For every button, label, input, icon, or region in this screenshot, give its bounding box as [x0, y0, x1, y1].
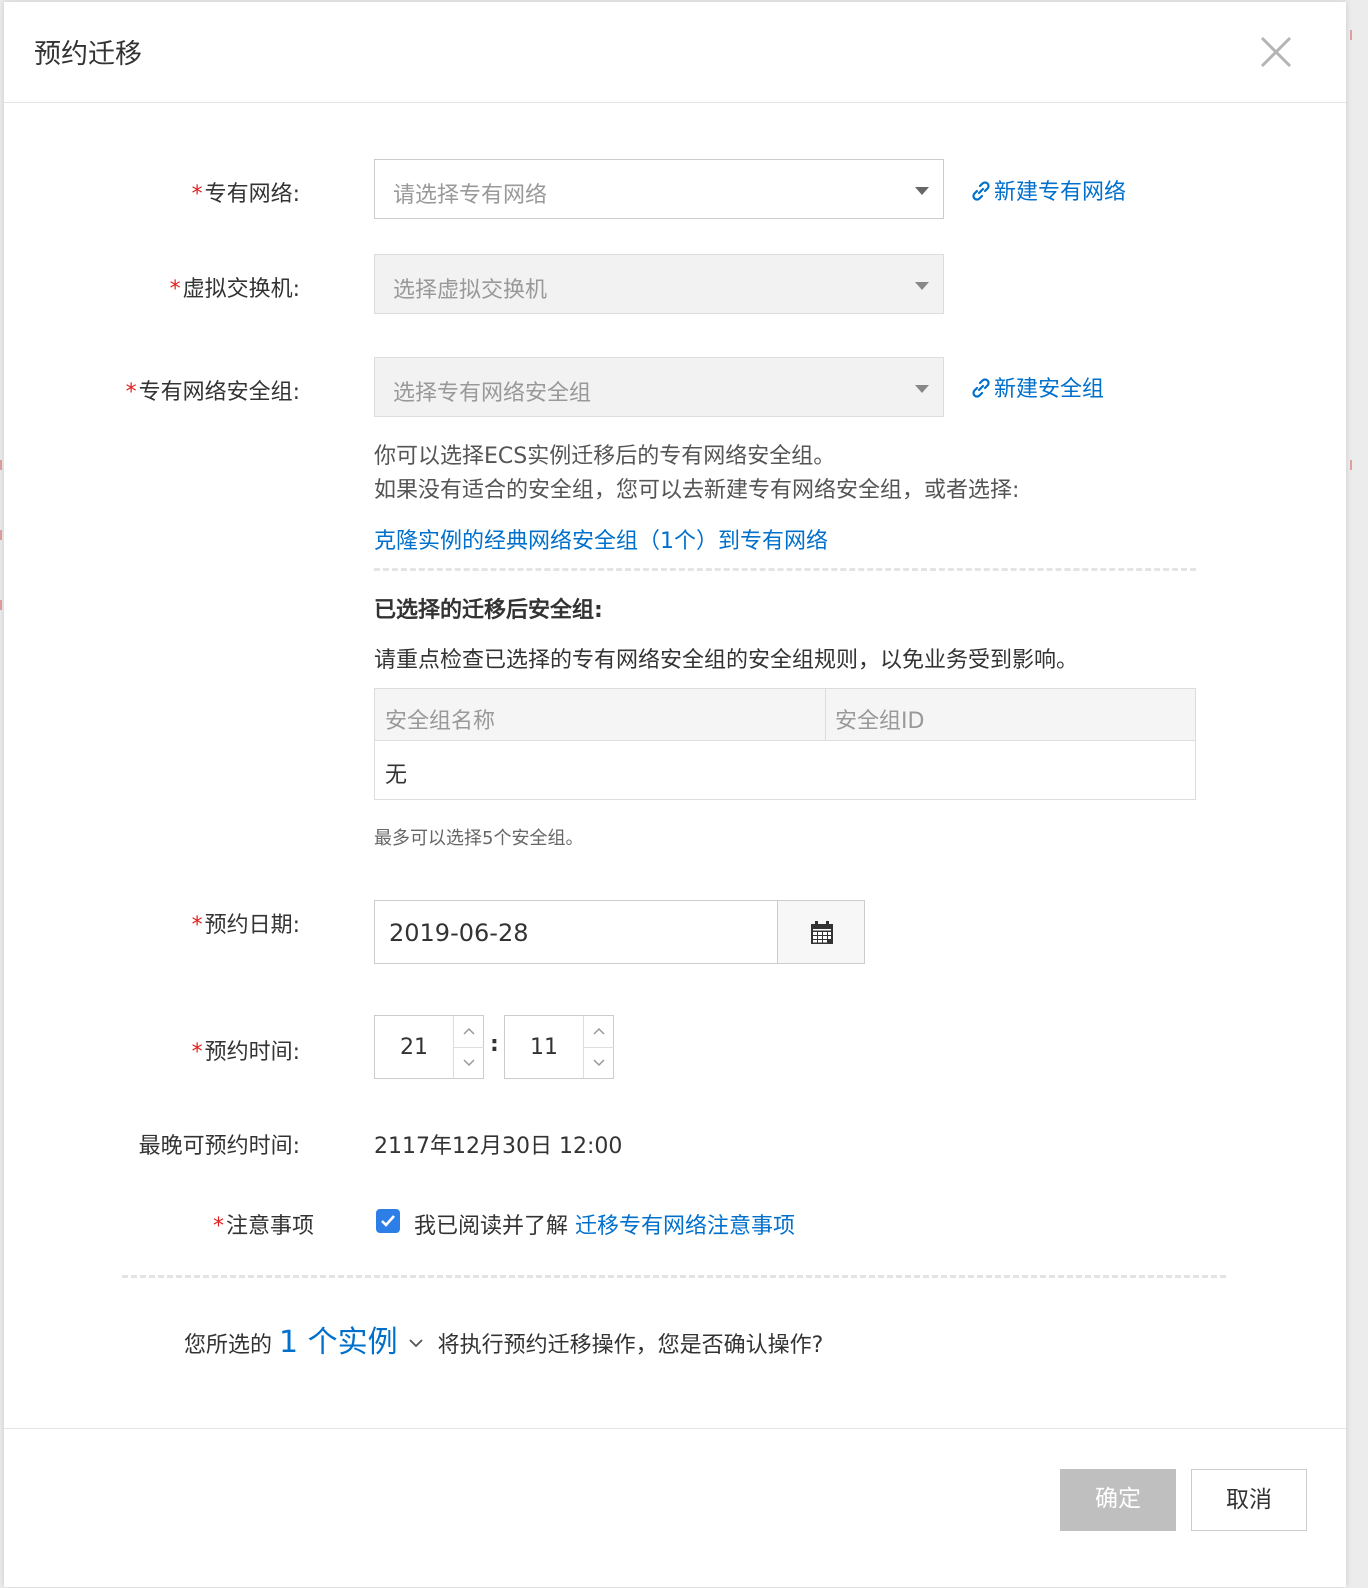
link-icon: [972, 181, 990, 201]
create-vpc-link[interactable]: 新建专有网络: [970, 174, 1126, 206]
selected-security-groups-table: 安全组名称 安全组ID 无: [374, 688, 1196, 800]
agree-text: 我已阅读并了解 迁移专有网络注意事项: [414, 1214, 796, 1239]
security-group-select-placeholder: 选择专有网络安全组: [393, 381, 592, 406]
security-group-help-line1: 你可以选择ECS实例迁移后的专有网络安全组。: [374, 444, 836, 469]
vswitch-select[interactable]: 选择虚拟交换机: [374, 254, 944, 314]
agree-checkbox[interactable]: [376, 1209, 400, 1233]
backdrop-edge-mark: [0, 460, 2, 470]
selected-security-groups-title: 已选择的迁移后安全组:: [374, 598, 603, 623]
vpc-select-placeholder: 请选择专有网络: [393, 183, 548, 208]
table-header: 安全组名称 安全组ID: [375, 689, 1195, 741]
vpc-select[interactable]: 请选择专有网络: [374, 159, 944, 219]
hour-value: 21: [400, 1035, 428, 1060]
clone-security-group-link[interactable]: 克隆实例的经典网络安全组（1个）到专有网络: [374, 523, 828, 555]
create-security-group-link[interactable]: 新建安全组: [970, 371, 1104, 403]
minute-stepper-arrows: [583, 1016, 614, 1078]
dialog-footer: 确定 取消: [4, 1428, 1346, 1587]
column-header-name: 安全组名称: [385, 709, 496, 734]
chevron-down-icon: [593, 1059, 605, 1067]
hour-decrement-button[interactable]: [454, 1047, 484, 1079]
backdrop-edge-mark: [0, 600, 2, 610]
column-divider: [825, 689, 826, 740]
backdrop-edge-mark: [1350, 460, 1352, 470]
time-separator: :: [490, 1032, 499, 1057]
hour-increment-button[interactable]: [454, 1016, 484, 1047]
date-input[interactable]: 2019-06-28: [374, 900, 778, 964]
time-label: *预约时间:: [191, 1040, 300, 1065]
chevron-down-icon: [463, 1059, 475, 1067]
chevron-up-icon: [463, 1027, 475, 1035]
minute-value: 11: [530, 1035, 558, 1060]
confirm-divider: [122, 1275, 1226, 1278]
calendar-icon: [811, 921, 833, 944]
security-group-select[interactable]: 选择专有网络安全组: [374, 357, 944, 417]
minute-increment-button[interactable]: [584, 1016, 614, 1047]
section-divider: [374, 568, 1196, 571]
caret-down-icon: [915, 282, 929, 290]
chevron-down-icon[interactable]: [409, 1339, 423, 1348]
close-icon: [1260, 36, 1292, 68]
minute-decrement-button[interactable]: [584, 1047, 614, 1079]
hour-stepper[interactable]: 21: [374, 1015, 484, 1079]
close-button[interactable]: [1256, 32, 1296, 72]
date-label: *预约日期:: [191, 913, 300, 938]
calendar-button[interactable]: [777, 900, 865, 964]
chevron-up-icon: [593, 1027, 605, 1035]
migration-dialog: 预约迁移 *专有网络: 请选择专有网络 新建专有网络 *虚拟交换机: 选择虚拟交…: [4, 2, 1346, 1587]
vpc-label: *专有网络:: [191, 182, 300, 207]
dialog-title: 预约迁移: [34, 39, 142, 70]
security-group-limit-note: 最多可以选择5个安全组。: [374, 828, 584, 849]
confirm-button[interactable]: 确定: [1060, 1469, 1176, 1531]
vswitch-select-placeholder: 选择虚拟交换机: [393, 278, 548, 303]
caret-down-icon: [915, 187, 929, 195]
table-empty-cell: 无: [385, 763, 408, 788]
column-header-id: 安全组ID: [835, 709, 925, 734]
checkmark-icon: [381, 1215, 395, 1227]
instance-count-link[interactable]: 1 个实例: [279, 1325, 398, 1360]
backdrop-edge-mark: [0, 530, 2, 540]
security-group-help-line2: 如果没有适合的安全组，您可以去新建专有网络安全组，或者选择:: [374, 478, 1020, 503]
migration-notes-link[interactable]: 迁移专有网络注意事项: [575, 1214, 795, 1239]
minute-stepper[interactable]: 11: [504, 1015, 614, 1079]
dialog-header: 预约迁移: [4, 2, 1346, 103]
date-input-value: 2019-06-28: [389, 919, 529, 947]
selected-security-groups-notice: 请重点检查已选择的专有网络安全组的安全组规则，以免业务受到影响。: [374, 648, 1079, 673]
confirm-message: 您所选的 1 个实例 将执行预约迁移操作，您是否确认操作?: [184, 1325, 824, 1360]
security-group-label: *专有网络安全组:: [125, 380, 300, 405]
hour-stepper-arrows: [453, 1016, 484, 1078]
caret-down-icon: [915, 385, 929, 393]
notice-label: *注意事项: [212, 1214, 314, 1239]
backdrop-edge-mark: [1350, 30, 1352, 40]
vswitch-label: *虚拟交换机:: [169, 277, 300, 302]
cancel-button[interactable]: 取消: [1191, 1469, 1307, 1531]
latest-time-label: 最晚可预约时间:: [138, 1134, 300, 1159]
latest-time-value: 2117年12月30日 12:00: [374, 1134, 623, 1159]
link-icon: [972, 378, 990, 398]
